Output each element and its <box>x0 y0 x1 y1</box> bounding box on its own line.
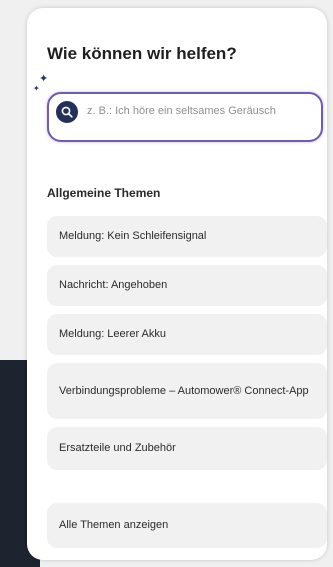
topic-label: Verbindungsprobleme – Automower® Connect… <box>59 384 309 397</box>
section-title-general-topics: Allgemeine Themen <box>47 186 161 200</box>
topic-lifted[interactable]: Nachricht: Angehoben <box>47 265 327 306</box>
sparkle-icon: ✦ ✦ <box>33 73 49 94</box>
topic-spare-parts[interactable]: Ersatzteile und Zubehör <box>47 427 327 470</box>
topic-label: Nachricht: Angehoben <box>59 279 168 291</box>
help-sheet: Wie können wir helfen? ✦ ✦ z. B.: Ich hö… <box>27 8 327 560</box>
show-all-label: Alle Themen anzeigen <box>59 519 169 531</box>
search-input[interactable]: z. B.: Ich höre ein seltsames Geräusch <box>47 92 323 142</box>
search-placeholder: z. B.: Ich höre ein seltsames Geräusch <box>87 105 276 117</box>
page-title: Wie können wir helfen? <box>47 44 237 63</box>
topic-empty-battery[interactable]: Meldung: Leerer Akku <box>47 314 327 355</box>
search-icon <box>56 101 78 123</box>
topic-label: Meldung: Leerer Akku <box>59 328 167 340</box>
topic-label: Ersatzteile und Zubehör <box>59 442 176 454</box>
topic-connection-problems[interactable]: Verbindungsprobleme – Automower® Connect… <box>47 363 327 419</box>
topic-no-loop-signal[interactable]: Meldung: Kein Schleifensignal <box>47 216 327 257</box>
topic-label: Meldung: Kein Schleifensignal <box>59 230 207 242</box>
show-all-topics-button[interactable]: Alle Themen anzeigen <box>47 503 327 548</box>
